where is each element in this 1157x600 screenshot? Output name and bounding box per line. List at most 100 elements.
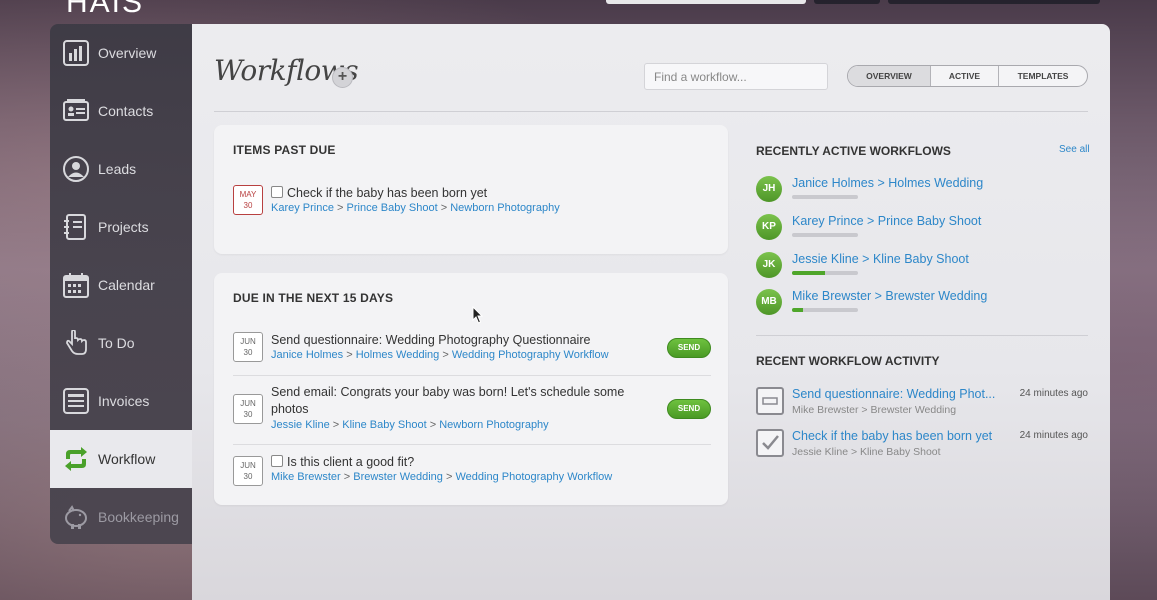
recent-workflow-item[interactable]: MB Mike Brewster > Brewster Wedding [756, 289, 1056, 323]
sidebar-item-label: Invoices [98, 393, 150, 409]
activity-item: Check if the baby has been born yet Jess… [756, 429, 1088, 465]
progress-fill [792, 308, 804, 312]
section-heading: RECENT WORKFLOW ACTIVITY [756, 354, 940, 368]
tab-active[interactable]: ACTIVE [930, 66, 998, 86]
sidebar-item-label: Overview [98, 45, 157, 61]
top-menu-button[interactable] [814, 0, 880, 4]
invoice-icon [62, 387, 90, 415]
sidebar-item-invoices[interactable]: Invoices [50, 372, 192, 430]
sidebar-item-label: Projects [98, 219, 149, 235]
bar-chart-icon [62, 39, 90, 67]
due-month: MAY [239, 190, 257, 199]
sidebar-item-contacts[interactable]: Contacts [50, 82, 192, 140]
piggy-bank-icon [62, 503, 90, 531]
activity-title-link[interactable]: Send questionnaire: Wedding Phot... [792, 387, 1002, 401]
task-breadcrumb: Jessie Kline > Kline Baby Shoot > Newbor… [271, 419, 549, 431]
workflow-link[interactable]: Wedding Photography Workflow [455, 471, 612, 483]
task-item: JUN 30 Send questionnaire: Wedding Photo… [233, 332, 711, 368]
workflow-link[interactable]: Karey Prince > Prince Baby Shoot [792, 214, 981, 228]
due-day: 30 [243, 472, 253, 481]
see-all-link[interactable]: See all [1059, 144, 1090, 155]
workflow-progress-bar [792, 271, 858, 275]
task-title-text: Check if the baby has been born yet [287, 186, 488, 200]
task-title: Send questionnaire: Wedding Photography … [271, 333, 591, 347]
questionnaire-icon [756, 387, 784, 415]
crumb-sep: > [440, 202, 448, 214]
activity-item: Send questionnaire: Wedding Phot... Mike… [756, 387, 1088, 423]
person-link[interactable]: Karey Prince [271, 202, 334, 214]
project-link[interactable]: Kline Baby Shoot [342, 419, 426, 431]
add-workflow-button[interactable]: + [332, 67, 353, 88]
top-search-bar[interactable] [606, 0, 806, 4]
due-day: 30 [243, 201, 253, 210]
send-button[interactable]: SEND [667, 338, 711, 358]
sidebar-item-overview[interactable]: Overview [50, 24, 192, 82]
workflow-link[interactable]: Mike Brewster > Brewster Wedding [792, 289, 987, 303]
tab-templates[interactable]: TEMPLATES [998, 66, 1087, 86]
due-date-badge: MAY 30 [233, 185, 263, 215]
recent-workflow-item[interactable]: JH Janice Holmes > Holmes Wedding [756, 176, 1056, 210]
due-day: 30 [243, 348, 253, 357]
sidebar-item-calendar[interactable]: Calendar [50, 256, 192, 314]
hand-pointer-icon [62, 329, 90, 357]
due-month: JUN [240, 461, 256, 470]
past-due-card: ITEMS PAST DUE MAY 30 Check if the baby … [214, 125, 728, 254]
recent-workflow-item[interactable]: KP Karey Prince > Prince Baby Shoot [756, 214, 1056, 248]
avatar: KP [756, 214, 782, 240]
task-item: JUN 30 Is this client a good fit? Mike B… [233, 454, 711, 490]
activity-subtitle: Mike Brewster > Brewster Wedding [792, 404, 957, 416]
sidebar-item-label: Leads [98, 161, 137, 177]
section-divider [756, 335, 1088, 336]
header-divider [214, 111, 1088, 112]
section-heading: RECENTLY ACTIVE WORKFLOWS [756, 144, 951, 158]
sidebar-item-bookkeeping[interactable]: Bookkeeping [50, 488, 192, 546]
row-divider [233, 444, 711, 445]
contact-card-icon [62, 97, 90, 125]
progress-fill [792, 271, 825, 275]
sidebar-item-label: To Do [98, 335, 135, 351]
activity-time: 24 minutes ago [1019, 388, 1088, 399]
person-link[interactable]: Janice Holmes [271, 349, 343, 361]
row-divider [233, 375, 711, 376]
task-title: Check if the baby has been born yet [271, 185, 487, 202]
person-link[interactable]: Mike Brewster [271, 471, 341, 483]
crumb-sep: > [445, 471, 453, 483]
task-checkbox[interactable] [271, 186, 283, 198]
project-link[interactable]: Holmes Wedding [356, 349, 440, 361]
due-day: 30 [243, 410, 253, 419]
activity-title-link[interactable]: Check if the baby has been born yet [792, 429, 1002, 443]
workflow-link[interactable]: Newborn Photography [450, 202, 559, 214]
sidebar-item-workflow[interactable]: Workflow [50, 430, 192, 488]
sidebar-item-todo[interactable]: To Do [50, 314, 192, 372]
due-date-badge: JUN 30 [233, 332, 263, 362]
person-link[interactable]: Jessie Kline [271, 419, 330, 431]
workflow-link[interactable]: Wedding Photography Workflow [452, 349, 609, 361]
avatar: JK [756, 252, 782, 278]
workflow-progress-bar [792, 308, 858, 312]
project-link[interactable]: Brewster Wedding [353, 471, 443, 483]
app-logo: HAIS [66, 0, 145, 19]
task-checkbox[interactable] [271, 455, 283, 467]
workflow-link[interactable]: Janice Holmes > Holmes Wedding [792, 176, 983, 190]
sidebar-item-leads[interactable]: Leads [50, 140, 192, 198]
top-account-menu[interactable] [888, 0, 1100, 4]
task-item: JUN 30 Send email: Congrats your baby wa… [233, 384, 711, 436]
send-button[interactable]: SEND [667, 399, 711, 419]
sidebar: Overview Contacts Leads Projects Calenda… [50, 24, 192, 544]
task-title-line2: photos [271, 402, 309, 416]
workflow-link[interactable]: Jessie Kline > Kline Baby Shoot [792, 252, 969, 266]
crumb-sep: > [337, 202, 344, 214]
avatar: JH [756, 176, 782, 202]
tab-overview[interactable]: OVERVIEW [848, 66, 930, 86]
person-icon [62, 155, 90, 183]
sidebar-item-projects[interactable]: Projects [50, 198, 192, 256]
section-heading: DUE IN THE NEXT 15 DAYS [233, 291, 394, 305]
project-link[interactable]: Prince Baby Shoot [347, 202, 438, 214]
due-month: JUN [240, 337, 256, 346]
task-breadcrumb: Karey Prince > Prince Baby Shoot > Newbo… [271, 202, 560, 214]
sidebar-item-label: Contacts [98, 103, 154, 119]
recent-workflow-item[interactable]: JK Jessie Kline > Kline Baby Shoot [756, 252, 1056, 286]
activity-subtitle: Jessie Kline > Kline Baby Shoot [792, 446, 941, 458]
workflow-link[interactable]: Newborn Photography [439, 419, 548, 431]
workflow-search-input[interactable] [644, 63, 828, 90]
